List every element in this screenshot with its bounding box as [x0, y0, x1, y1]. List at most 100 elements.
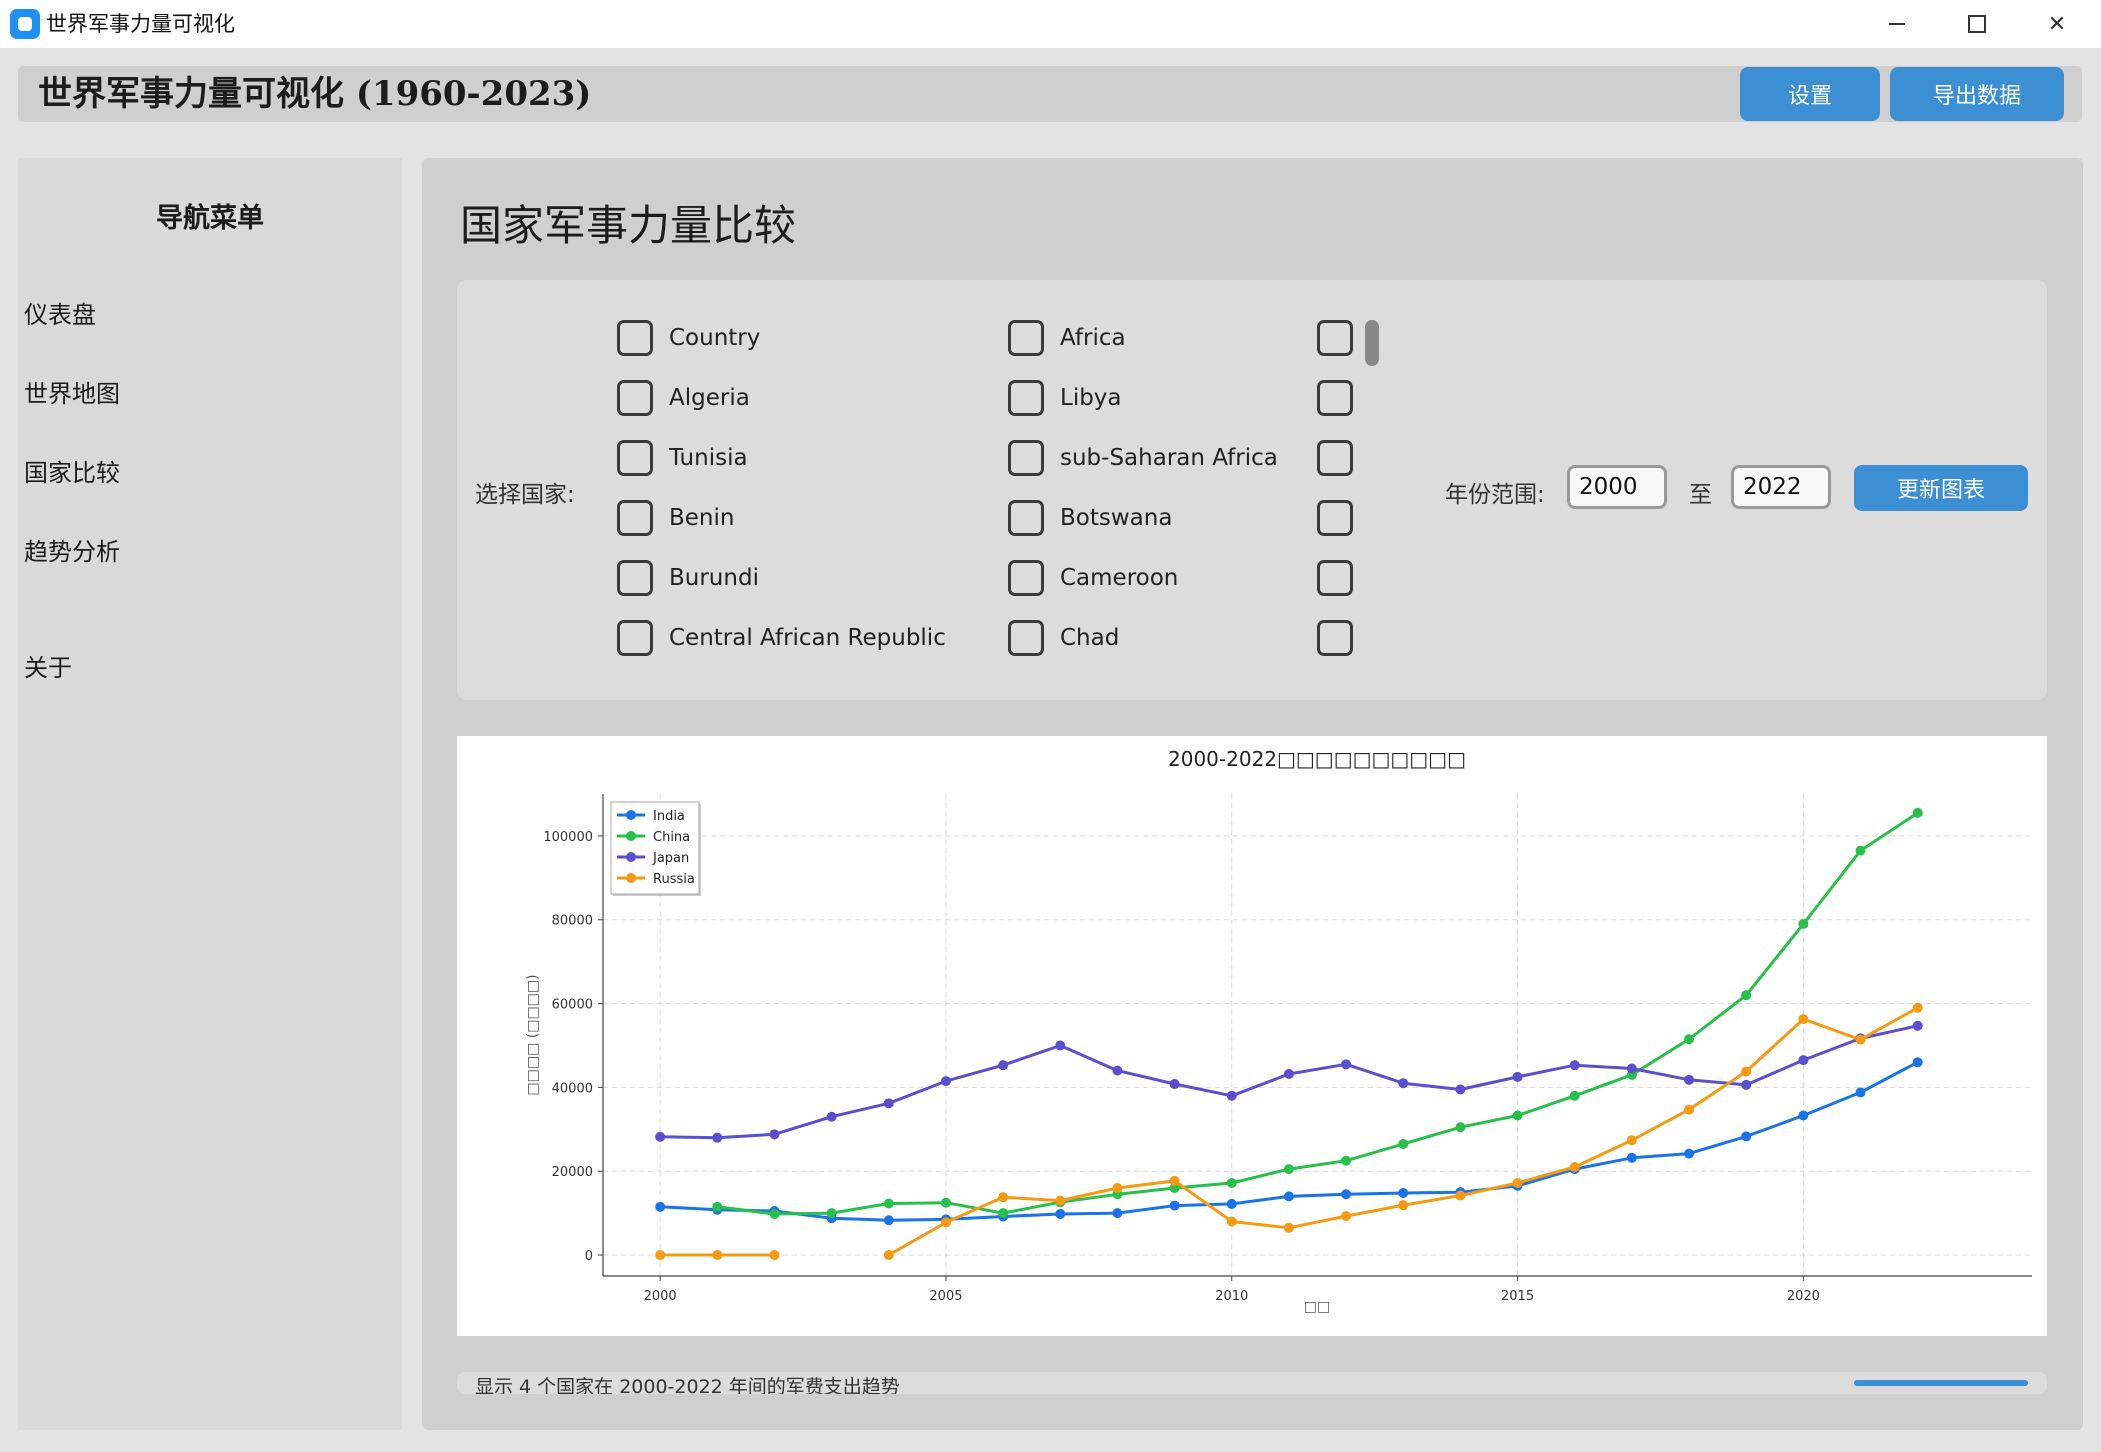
country-checkbox[interactable] — [1317, 436, 1353, 480]
settings-button[interactable]: 设置 — [1740, 67, 1880, 121]
country-checkbox[interactable] — [1317, 496, 1353, 540]
data-point — [1626, 1152, 1637, 1163]
checkbox-box[interactable] — [1008, 380, 1044, 416]
minimize-icon[interactable] — [1860, 0, 1934, 48]
checkbox-label: Tunisia — [669, 445, 748, 471]
export-data-button[interactable]: 导出数据 — [1890, 67, 2064, 121]
data-point — [1169, 1079, 1180, 1090]
data-point — [940, 1076, 951, 1087]
y-tick-label: 40000 — [552, 1081, 593, 1096]
data-point — [712, 1201, 723, 1212]
country-checkbox[interactable]: Botswana — [1008, 496, 1172, 540]
maximize-icon[interactable] — [1940, 0, 2014, 48]
chart-title: 2000-2022□□□□□□□□□□ — [1168, 747, 1466, 771]
checkbox-box[interactable] — [617, 320, 653, 356]
checkbox-box[interactable] — [1008, 320, 1044, 356]
controls-panel: 选择国家: Country Algeria Tunisia Benin Buru… — [457, 280, 2047, 700]
legend-marker — [626, 873, 636, 883]
country-checkbox[interactable]: Cameroon — [1008, 556, 1178, 600]
sidebar-item-world-map[interactable]: 世界地图 — [24, 374, 120, 409]
checkbox-label: Algeria — [669, 385, 750, 411]
data-point — [1741, 1131, 1752, 1142]
data-point — [1741, 1066, 1752, 1077]
close-icon[interactable] — [2020, 0, 2094, 48]
update-chart-button[interactable]: 更新图表 — [1854, 465, 2028, 511]
app-title: 世界军事力量可视化 (1960-2023) — [38, 74, 592, 114]
checkbox-label: Country — [669, 325, 761, 351]
x-tick-label: 2020 — [1787, 1289, 1820, 1304]
data-point — [1341, 1189, 1352, 1200]
data-point — [1855, 1034, 1866, 1045]
country-checkbox[interactable]: Chad — [1008, 616, 1119, 660]
checkbox-box[interactable] — [1317, 500, 1353, 536]
legend-marker — [626, 852, 636, 862]
main-panel: 国家军事力量比较 选择国家: Country Algeria Tunisia B… — [422, 158, 2083, 1430]
checkbox-box[interactable] — [617, 440, 653, 476]
country-checkbox[interactable]: Benin — [617, 496, 734, 540]
line-chart: 2000 2005 2010 2015 2020 0 20000 40000 60000 8000… — [457, 736, 2047, 1336]
progress-fill — [1854, 1380, 2028, 1386]
year-from-input[interactable]: 2000 — [1567, 465, 1667, 509]
country-checkbox[interactable]: Central African Republic — [617, 616, 946, 660]
country-checkbox[interactable] — [1317, 316, 1353, 360]
y-axis-label: □□□□ (□□□□) — [525, 974, 541, 1095]
data-point — [940, 1197, 951, 1208]
sidebar-item-about[interactable]: 关于 — [24, 648, 72, 683]
checkbox-box[interactable] — [617, 380, 653, 416]
checkbox-box[interactable] — [617, 560, 653, 596]
data-point — [1112, 1065, 1123, 1076]
data-point — [883, 1198, 894, 1209]
status-strip: 显示 4 个国家在 2000-2022 年间的军费支出趋势 — [457, 1372, 2047, 1394]
checkbox-box[interactable] — [1008, 620, 1044, 656]
legend-label: Russia — [653, 872, 695, 887]
x-tick-label: 2000 — [644, 1289, 677, 1304]
country-checkbox[interactable] — [1317, 556, 1353, 600]
country-checkbox[interactable] — [1317, 376, 1353, 420]
data-point — [1455, 1084, 1466, 1095]
sidebar-item-trend-analysis[interactable]: 趋势分析 — [24, 532, 120, 567]
data-point — [826, 1111, 837, 1122]
country-checkbox[interactable]: Country — [617, 316, 760, 360]
data-point — [1169, 1200, 1180, 1211]
data-point — [1226, 1090, 1237, 1101]
checkbox-box[interactable] — [1008, 560, 1044, 596]
data-point — [1341, 1059, 1352, 1070]
data-point — [1398, 1188, 1409, 1199]
data-point — [1798, 1014, 1809, 1025]
data-point — [1684, 1104, 1695, 1115]
checkbox-box[interactable] — [1317, 560, 1353, 596]
data-point — [998, 1192, 1009, 1203]
checkbox-box[interactable] — [617, 500, 653, 536]
country-checkbox[interactable]: Algeria — [617, 376, 750, 420]
country-checkbox[interactable]: Africa — [1008, 316, 1126, 360]
country-checkbox[interactable]: Libya — [1008, 376, 1122, 420]
data-point — [1912, 807, 1923, 818]
sidebar-item-dashboard[interactable]: 仪表盘 — [24, 295, 96, 330]
sidebar: 导航菜单 仪表盘 世界地图 国家比较 趋势分析 关于 — [18, 158, 402, 1430]
checkbox-box[interactable] — [1008, 440, 1044, 476]
checkbox-box[interactable] — [1317, 620, 1353, 656]
country-list-scrollbar[interactable] — [1365, 320, 1379, 366]
chart-legend: India China Japan Russia — [610, 801, 701, 896]
data-point — [1455, 1122, 1466, 1133]
y-tick-label: 100000 — [543, 830, 593, 845]
country-checkbox[interactable]: Tunisia — [617, 436, 748, 480]
checkbox-box[interactable] — [1317, 380, 1353, 416]
checkbox-box[interactable] — [1008, 500, 1044, 536]
data-point — [1341, 1155, 1352, 1166]
sidebar-item-country-compare[interactable]: 国家比较 — [24, 453, 120, 488]
series-russia — [655, 1002, 1923, 1261]
data-point — [1626, 1135, 1637, 1146]
data-point — [883, 1250, 894, 1261]
checkbox-label: Africa — [1060, 325, 1126, 351]
data-point — [940, 1217, 951, 1228]
checkbox-box[interactable] — [1317, 320, 1353, 356]
data-point — [769, 1250, 780, 1261]
checkbox-box[interactable] — [1317, 440, 1353, 476]
country-checkbox[interactable] — [1317, 616, 1353, 660]
country-checkbox[interactable]: sub-Saharan Africa — [1008, 436, 1278, 480]
country-checkbox[interactable]: Burundi — [617, 556, 759, 600]
year-to-input[interactable]: 2022 — [1731, 465, 1831, 509]
checkbox-box[interactable] — [617, 620, 653, 656]
progress-bar — [1854, 1380, 2028, 1386]
